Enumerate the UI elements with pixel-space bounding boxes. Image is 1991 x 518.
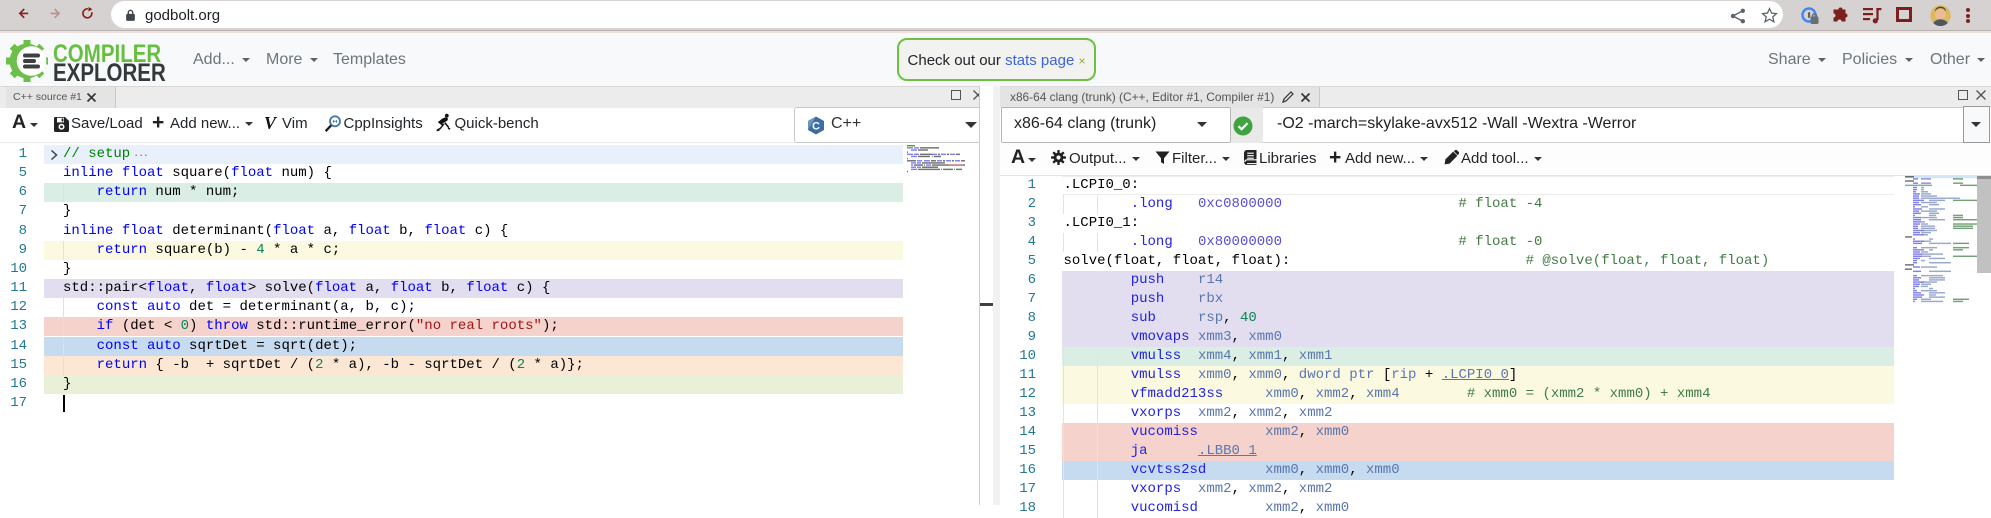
svg-text:C: C (812, 120, 820, 132)
